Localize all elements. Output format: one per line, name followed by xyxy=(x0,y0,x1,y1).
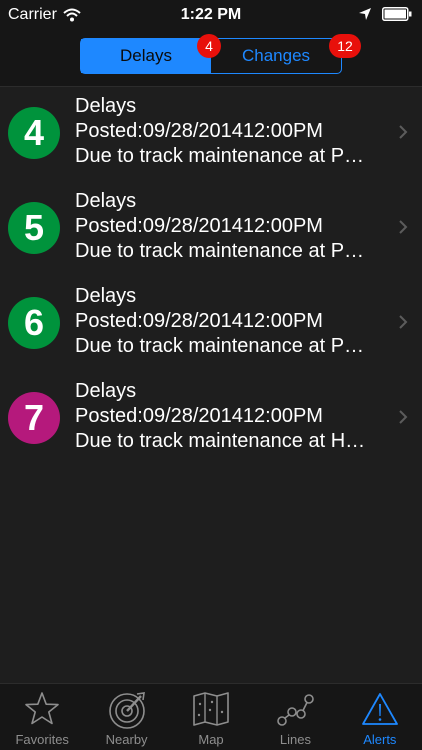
segment-delays[interactable]: Delays xyxy=(81,39,211,73)
alert-row[interactable]: 4 Delays Posted:09/28/201412:00PM Due to… xyxy=(0,86,422,181)
chevron-right-icon xyxy=(399,410,408,424)
battery-icon xyxy=(382,7,412,21)
alert-summary: Due to track maintenance at P… xyxy=(75,240,365,262)
route-4-bullet: 4 xyxy=(8,107,60,159)
alert-posted: Posted:09/28/201412:00PM xyxy=(75,405,323,427)
chevron-right-icon xyxy=(399,125,408,139)
delays-count-badge: 4 xyxy=(197,34,221,58)
tab-alerts[interactable]: Alerts xyxy=(338,684,422,750)
chevron-right-icon xyxy=(399,315,408,329)
tab-map-label: Map xyxy=(198,732,224,747)
tab-favorites-label: Favorites xyxy=(15,732,69,747)
alert-title: Delays xyxy=(75,95,137,117)
alert-title: Delays xyxy=(75,380,137,402)
tab-bar: Favorites Nearby Map Lines Alerts xyxy=(0,683,422,750)
alert-posted: Posted:09/28/201412:00PM xyxy=(75,310,323,332)
alert-posted: Posted:09/28/201412:00PM xyxy=(75,215,323,237)
status-right xyxy=(358,7,412,21)
route-6-bullet: 6 xyxy=(8,297,60,349)
alert-text: Delays Posted:09/28/201412:00PM Due to t… xyxy=(75,379,390,454)
route-7-bullet: 7 xyxy=(8,392,60,444)
route-5-bullet: 5 xyxy=(8,202,60,254)
alert-row[interactable]: 7 Delays Posted:09/28/201412:00PM Due to… xyxy=(0,371,422,466)
lines-icon xyxy=(277,694,315,726)
tab-lines-label: Lines xyxy=(279,732,311,747)
tab-map[interactable]: Map xyxy=(169,684,253,750)
segment-changes-label: Changes xyxy=(241,46,311,65)
tab-lines[interactable]: Lines xyxy=(253,684,337,750)
alert-text: Delays Posted:09/28/201412:00PM Due to t… xyxy=(75,94,390,169)
tab-nearby[interactable]: Nearby xyxy=(84,684,168,750)
alert-summary: Due to track maintenance at P… xyxy=(75,145,365,167)
map-icon xyxy=(193,692,229,726)
alert-title: Delays xyxy=(75,190,137,212)
alert-summary: Due to track maintenance at H… xyxy=(75,430,366,452)
location-arrow-icon xyxy=(359,8,371,20)
alert-row[interactable]: 6 Delays Posted:09/28/201412:00PM Due to… xyxy=(0,276,422,371)
changes-count-badge: 12 xyxy=(329,34,361,58)
alert-row[interactable]: 5 Delays Posted:09/28/201412:00PM Due to… xyxy=(0,181,422,276)
status-bar: Carrier 1:22 PM xyxy=(0,0,422,30)
tab-favorites[interactable]: Favorites xyxy=(0,684,84,750)
nav-bar: Delays Changes 4 12 xyxy=(0,30,422,87)
alert-title: Delays xyxy=(75,285,137,307)
alert-posted: Posted:09/28/201412:00PM xyxy=(75,120,323,142)
alert-text: Delays Posted:09/28/201412:00PM Due to t… xyxy=(75,189,390,264)
alert-summary: Due to track maintenance at P… xyxy=(75,335,365,357)
alert-text: Delays Posted:09/28/201412:00PM Due to t… xyxy=(75,284,390,359)
tab-nearby-label: Nearby xyxy=(105,732,148,747)
star-icon xyxy=(25,692,60,725)
alert-triangle-icon xyxy=(361,693,398,725)
tab-alerts-label: Alerts xyxy=(363,732,397,747)
chevron-right-icon xyxy=(399,220,408,234)
alert-list: 4 Delays Posted:09/28/201412:00PM Due to… xyxy=(0,86,422,466)
app-screen: Carrier 1:22 PM Delays Changes 4 12 4 De… xyxy=(0,0,422,750)
segment-delays-label: Delays xyxy=(120,46,172,65)
radar-icon xyxy=(108,692,145,729)
segment-changes[interactable]: Changes xyxy=(211,39,341,73)
